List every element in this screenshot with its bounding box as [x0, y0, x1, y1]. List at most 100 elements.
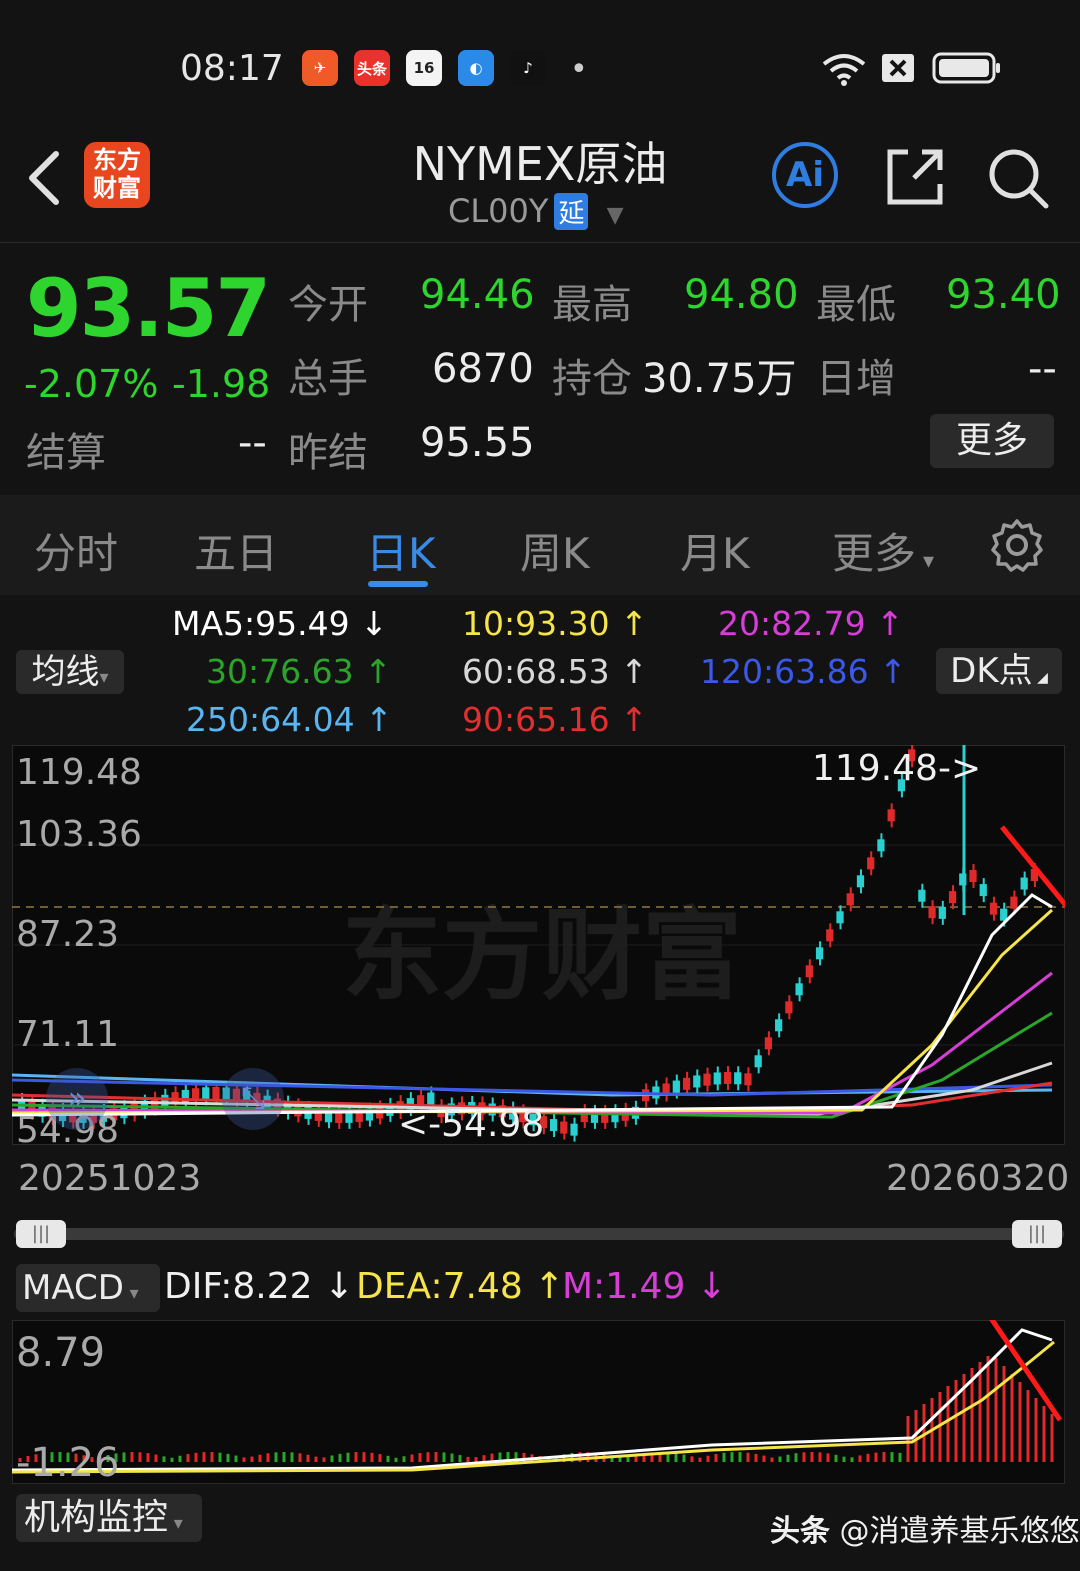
candle — [672, 1080, 680, 1093]
change-percent: -2.07% — [24, 362, 159, 406]
corner-caret-icon: ◢ — [1032, 670, 1048, 686]
candle — [785, 1001, 793, 1014]
ma90-value: 90:65.16 ↑ — [462, 700, 648, 739]
macd-m: M:1.49 ↓ — [562, 1266, 727, 1307]
browser-icon: ◐ — [458, 50, 494, 86]
candle — [989, 902, 998, 915]
status-time: 08:17 — [180, 48, 284, 89]
header-divider — [0, 242, 1080, 243]
candle — [846, 893, 854, 906]
feishu-icon: ✈ — [302, 50, 338, 86]
candle — [979, 884, 987, 897]
share-icon[interactable] — [884, 146, 946, 208]
tab-daily-k[interactable]: 日K — [366, 520, 436, 581]
y-label-3: 87.23 — [16, 914, 120, 955]
macd-m-text: M:1.49 — [562, 1266, 686, 1307]
contract-code[interactable]: CL00Y 延 ▼ — [448, 192, 624, 230]
macd-y-top: 8.79 — [16, 1330, 106, 1376]
y-label-max: 119.48 — [16, 752, 142, 793]
ma30-text: 30:76.63 — [206, 652, 354, 691]
double-chevron-icon[interactable]: » — [46, 1068, 108, 1130]
ma20-value: 20:82.79 ↑ — [718, 604, 904, 643]
active-tab-indicator — [368, 581, 428, 587]
more-quote-button[interactable]: 更多 — [930, 414, 1054, 468]
status-more-dot: • — [570, 52, 588, 87]
chevron-down-icon: ▼ — [606, 203, 624, 228]
daily-increase-value: -- — [1028, 346, 1057, 392]
candle — [948, 891, 957, 904]
dk-point-button[interactable]: DK点 ◢ — [936, 648, 1062, 694]
expand-arrows-icon[interactable]: ⤡ — [222, 1068, 284, 1130]
tab-weekly-k[interactable]: 周K — [520, 520, 590, 581]
tab-monthly-k[interactable]: 月K — [680, 520, 750, 581]
dif-line — [12, 1328, 1053, 1472]
low-value: 93.40 — [946, 272, 1061, 318]
y-label-4: 71.11 — [16, 1014, 120, 1055]
daily-increase-label: 日增 — [816, 356, 896, 402]
low-label: 最低 — [816, 282, 896, 328]
open-label: 今开 — [288, 282, 368, 328]
candle — [795, 983, 803, 996]
gear-icon[interactable] — [990, 518, 1044, 572]
wifi-icon — [822, 54, 866, 86]
settle-label: 结算 — [26, 430, 106, 476]
ma20-text: 20:82.79 — [718, 604, 866, 643]
range-slider-track[interactable] — [14, 1228, 1064, 1240]
tab-intraday[interactable]: 分时 — [34, 520, 118, 581]
author-credit: 头条 @消遣养基乐悠悠 — [770, 1506, 1080, 1550]
ma250-text: 250:64.04 — [186, 700, 355, 739]
dea-line — [12, 1340, 1055, 1474]
douyin-icon: ♪ — [510, 50, 546, 86]
macd-dea: DEA:7.48 ↑ — [356, 1266, 565, 1307]
ma-selector[interactable]: 均线▾ — [16, 650, 124, 694]
date-start: 20251023 — [18, 1158, 202, 1199]
tab-more[interactable]: 更多 ▾ — [832, 520, 934, 581]
high-value: 94.80 — [684, 272, 799, 318]
macd-selector-label: MACD — [22, 1268, 124, 1308]
candle — [734, 1072, 742, 1085]
ai-assistant-button[interactable]: Ai — [772, 142, 838, 208]
caret-down-icon: ▾ — [916, 549, 935, 574]
caret-down-icon: ▾ — [99, 667, 109, 688]
ma90-text: 90:65.16 — [462, 700, 610, 739]
battery-icon — [932, 52, 1000, 84]
toutiao-icon: 头条 — [354, 50, 390, 86]
change-amount: -1.98 — [172, 362, 271, 406]
candle — [815, 947, 824, 960]
contract-code-text: CL00Y — [448, 192, 549, 230]
macd-y-bottom: -1.26 — [16, 1440, 120, 1486]
candle — [877, 839, 885, 852]
candle — [969, 870, 977, 883]
kline-chart[interactable]: 东方财富 — [12, 745, 1065, 1145]
candle — [560, 1121, 568, 1134]
search-icon[interactable] — [986, 146, 1050, 210]
open-interest-value: 30.75万 — [642, 356, 797, 402]
institution-monitor-selector[interactable]: 机构监控 ▾ — [16, 1494, 202, 1542]
range-handle-left[interactable]: ||| — [16, 1220, 66, 1248]
no-sim-icon — [882, 54, 914, 82]
macd-chart[interactable] — [12, 1320, 1065, 1484]
tab-five-day[interactable]: 五日 — [194, 520, 278, 581]
ma10-text: 10:93.30 — [462, 604, 610, 643]
macd-dif-text: DIF:8.22 — [164, 1266, 313, 1307]
candle — [693, 1075, 701, 1088]
open-value: 94.46 — [420, 272, 535, 318]
candle — [938, 906, 946, 919]
candle — [775, 1019, 783, 1032]
ma60-text: 60:68.53 — [462, 652, 610, 691]
candle — [723, 1072, 732, 1085]
range-handle-right[interactable]: ||| — [1012, 1220, 1062, 1248]
chart-watermark: 东方财富 — [342, 897, 742, 1014]
candle — [212, 1087, 220, 1100]
low-marker: <-54.98 — [398, 1104, 545, 1145]
candle — [713, 1072, 721, 1085]
ma120-text: 120:63.86 — [700, 652, 869, 691]
caret-down-icon: ▾ — [168, 1513, 183, 1534]
candle — [826, 929, 834, 942]
macd-selector[interactable]: MACD ▾ — [16, 1264, 160, 1312]
ma60-value: 60:68.53 ↑ — [462, 652, 648, 691]
candle — [744, 1073, 752, 1086]
candle — [161, 1094, 169, 1107]
candle — [805, 965, 813, 978]
institution-monitor-label: 机构监控 — [24, 1497, 169, 1538]
